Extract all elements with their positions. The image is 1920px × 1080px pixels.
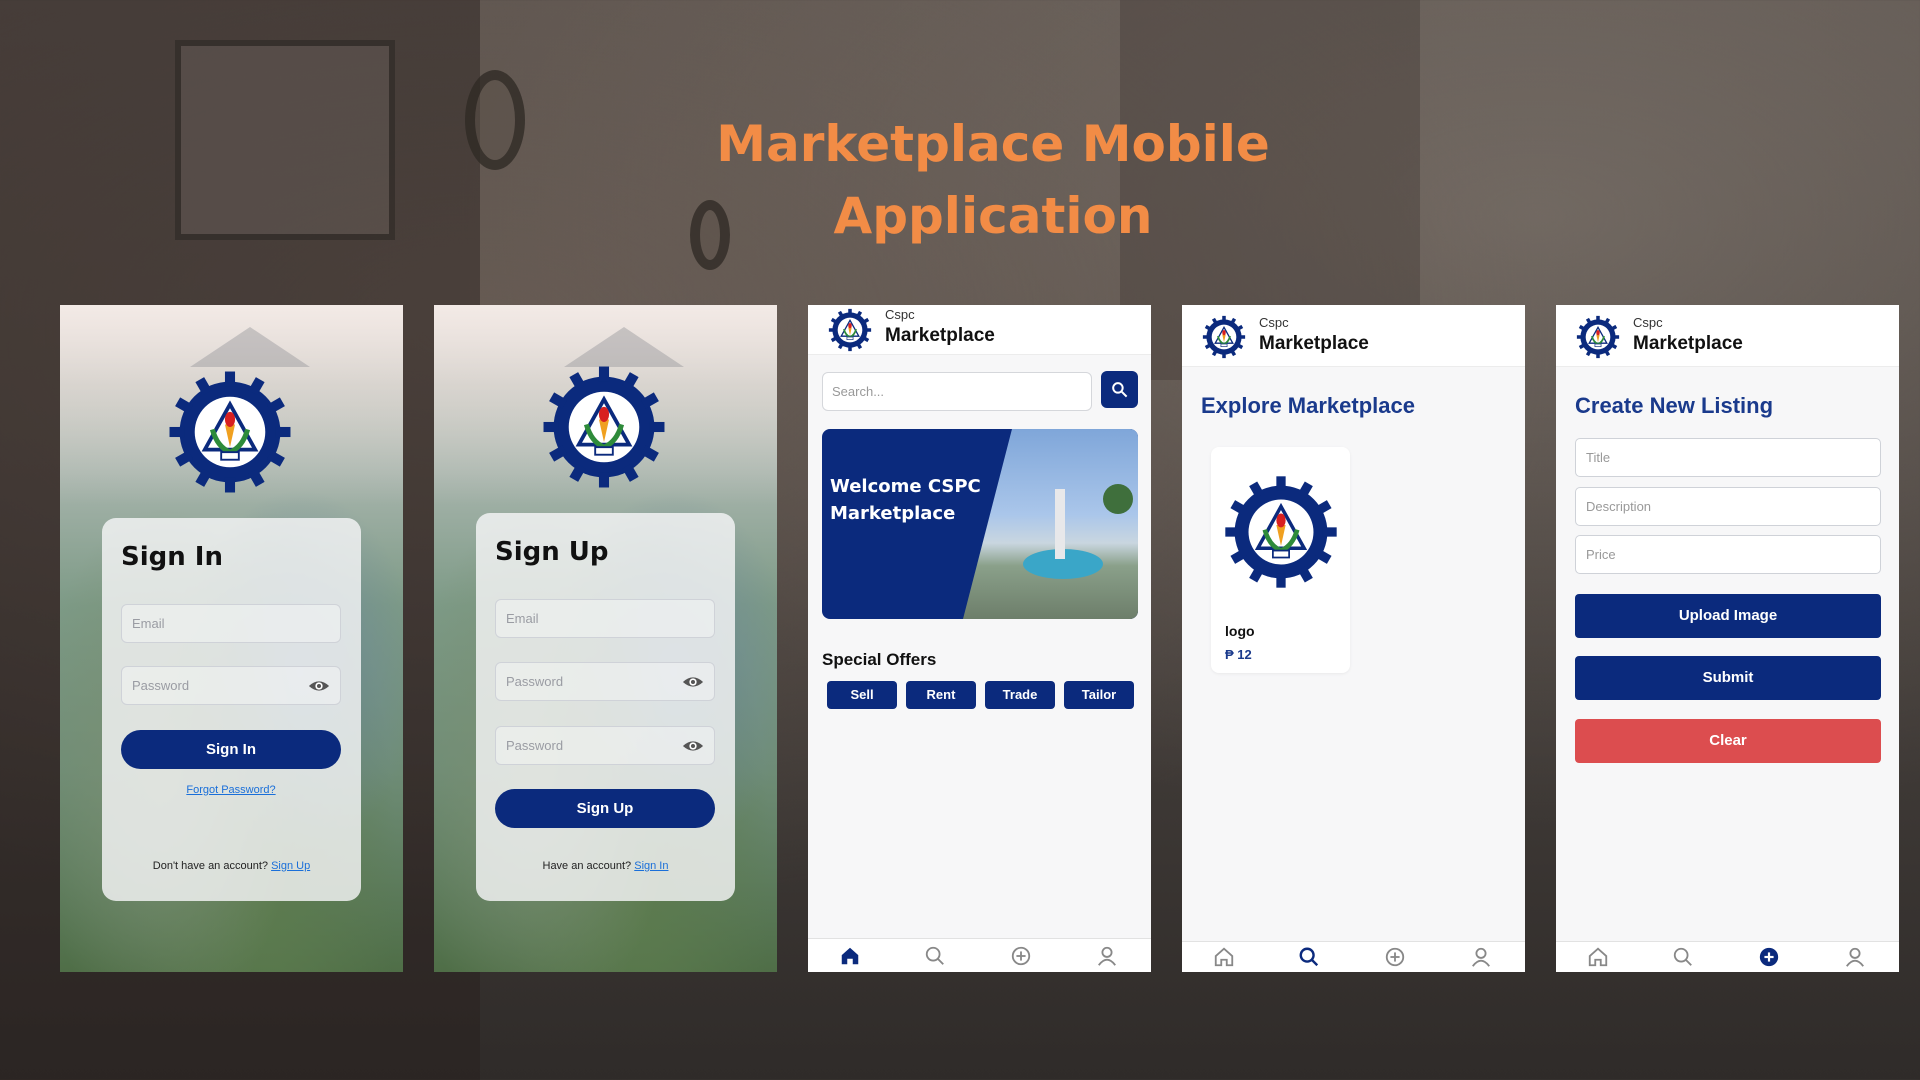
page-headline: Marketplace Mobile Application [0,108,1920,252]
header-title: Marketplace [1633,333,1743,354]
palm-shape [1103,484,1133,514]
offer-chip-sell[interactable]: Sell [827,681,897,709]
title-input[interactable]: Title [1575,438,1881,477]
product-image [1223,457,1339,607]
header-subtitle: Cspc [1633,315,1663,330]
cspc-logo [1576,315,1620,359]
eye-icon[interactable] [682,674,704,690]
product-price: ₱ 12 [1225,647,1252,662]
signin-title: Sign In [121,542,223,572]
signup-card [476,513,735,901]
cspc-logo [828,308,872,352]
signup-title: Sign Up [495,537,609,567]
signin-link[interactable]: Sign In [634,860,668,872]
search-input[interactable]: Search... [822,372,1092,411]
signup-footer-text: Have an account? [542,860,632,872]
profile-icon[interactable] [1470,946,1492,968]
offer-chip-trade[interactable]: Trade [985,681,1055,709]
header-title: Marketplace [885,325,995,346]
signup-screen: Sign Up Email Password Password Sign Up … [434,305,777,972]
add-circle-icon[interactable] [1384,946,1406,968]
home-icon[interactable] [839,945,861,967]
signin-screen: Sign In Email Password Sign In Forgot Pa… [60,305,403,972]
password-field[interactable]: Password [121,666,341,705]
cspc-logo [541,364,667,490]
forgot-password-text[interactable]: Forgot Password? [186,784,275,796]
header-subtitle: Cspc [1259,315,1289,330]
mountain-silhouette [564,327,684,367]
mountain-silhouette [190,327,310,367]
home-icon[interactable] [1213,946,1235,968]
special-offers-title: Special Offers [822,650,937,669]
product-name: logo [1225,623,1255,639]
offer-chip-rent[interactable]: Rent [906,681,976,709]
profile-icon[interactable] [1096,945,1118,967]
search-button[interactable] [1101,371,1138,408]
signup-link[interactable]: Sign Up [271,860,310,872]
header-title: Marketplace [1259,333,1369,354]
email-field[interactable]: Email [495,599,715,638]
clear-button[interactable]: Clear [1575,719,1881,763]
email-field[interactable]: Email [121,604,341,643]
headline-line-1: Marketplace Mobile [716,115,1270,173]
app-header: Cspc Marketplace [808,305,1151,355]
search-icon [1112,382,1128,398]
search-icon[interactable] [1672,946,1694,968]
submit-button[interactable]: Submit [1575,656,1881,700]
confirm-password-placeholder: Password [506,738,564,753]
signin-footer: Don't have an account? Sign Up [102,860,361,872]
banner-text: Welcome CSPC Marketplace [830,476,981,524]
explore-title: Explore Marketplace [1201,393,1415,418]
app-header: Cspc Marketplace [1556,305,1899,367]
add-circle-icon[interactable] [1758,946,1780,968]
bottom-nav [1182,941,1525,972]
bottom-nav [808,938,1151,972]
signup-button[interactable]: Sign Up [495,789,715,828]
add-circle-icon[interactable] [1010,945,1032,967]
search-icon[interactable] [924,945,946,967]
home-screen: Cspc Marketplace Search... Welcome CSPC … [808,305,1151,972]
price-input[interactable]: Price [1575,535,1881,574]
eye-icon[interactable] [682,738,704,754]
header-subtitle: Cspc [885,307,915,322]
headline-line-2: Application [833,187,1153,245]
bottom-nav [1556,941,1899,972]
signup-footer: Have an account? Sign In [476,860,735,872]
forgot-password-link[interactable]: Forgot Password? [121,784,341,796]
eye-icon[interactable] [308,678,330,694]
offer-chip-tailor[interactable]: Tailor [1064,681,1134,709]
welcome-banner[interactable]: Welcome CSPC Marketplace [822,429,1138,619]
signin-card [102,518,361,901]
search-icon[interactable] [1298,946,1320,968]
signin-button[interactable]: Sign In [121,730,341,769]
create-title: Create New Listing [1575,393,1774,418]
cspc-logo [167,369,293,495]
upload-image-button[interactable]: Upload Image [1575,594,1881,638]
confirm-password-field[interactable]: Password [495,726,715,765]
password-placeholder: Password [132,678,190,693]
profile-icon[interactable] [1844,946,1866,968]
app-header: Cspc Marketplace [1182,305,1525,367]
create-listing-screen: Cspc Marketplace Create New Listing Titl… [1556,305,1899,972]
product-card[interactable]: logo ₱ 12 [1211,447,1350,673]
password-field[interactable]: Password [495,662,715,701]
description-input[interactable]: Description [1575,487,1881,526]
explore-screen: Cspc Marketplace Explore Marketplace log… [1182,305,1525,972]
signin-footer-text: Don't have an account? [152,860,269,872]
home-icon[interactable] [1587,946,1609,968]
tower-shape [1055,489,1065,559]
cspc-logo [1202,315,1246,359]
password-placeholder: Password [506,674,564,689]
